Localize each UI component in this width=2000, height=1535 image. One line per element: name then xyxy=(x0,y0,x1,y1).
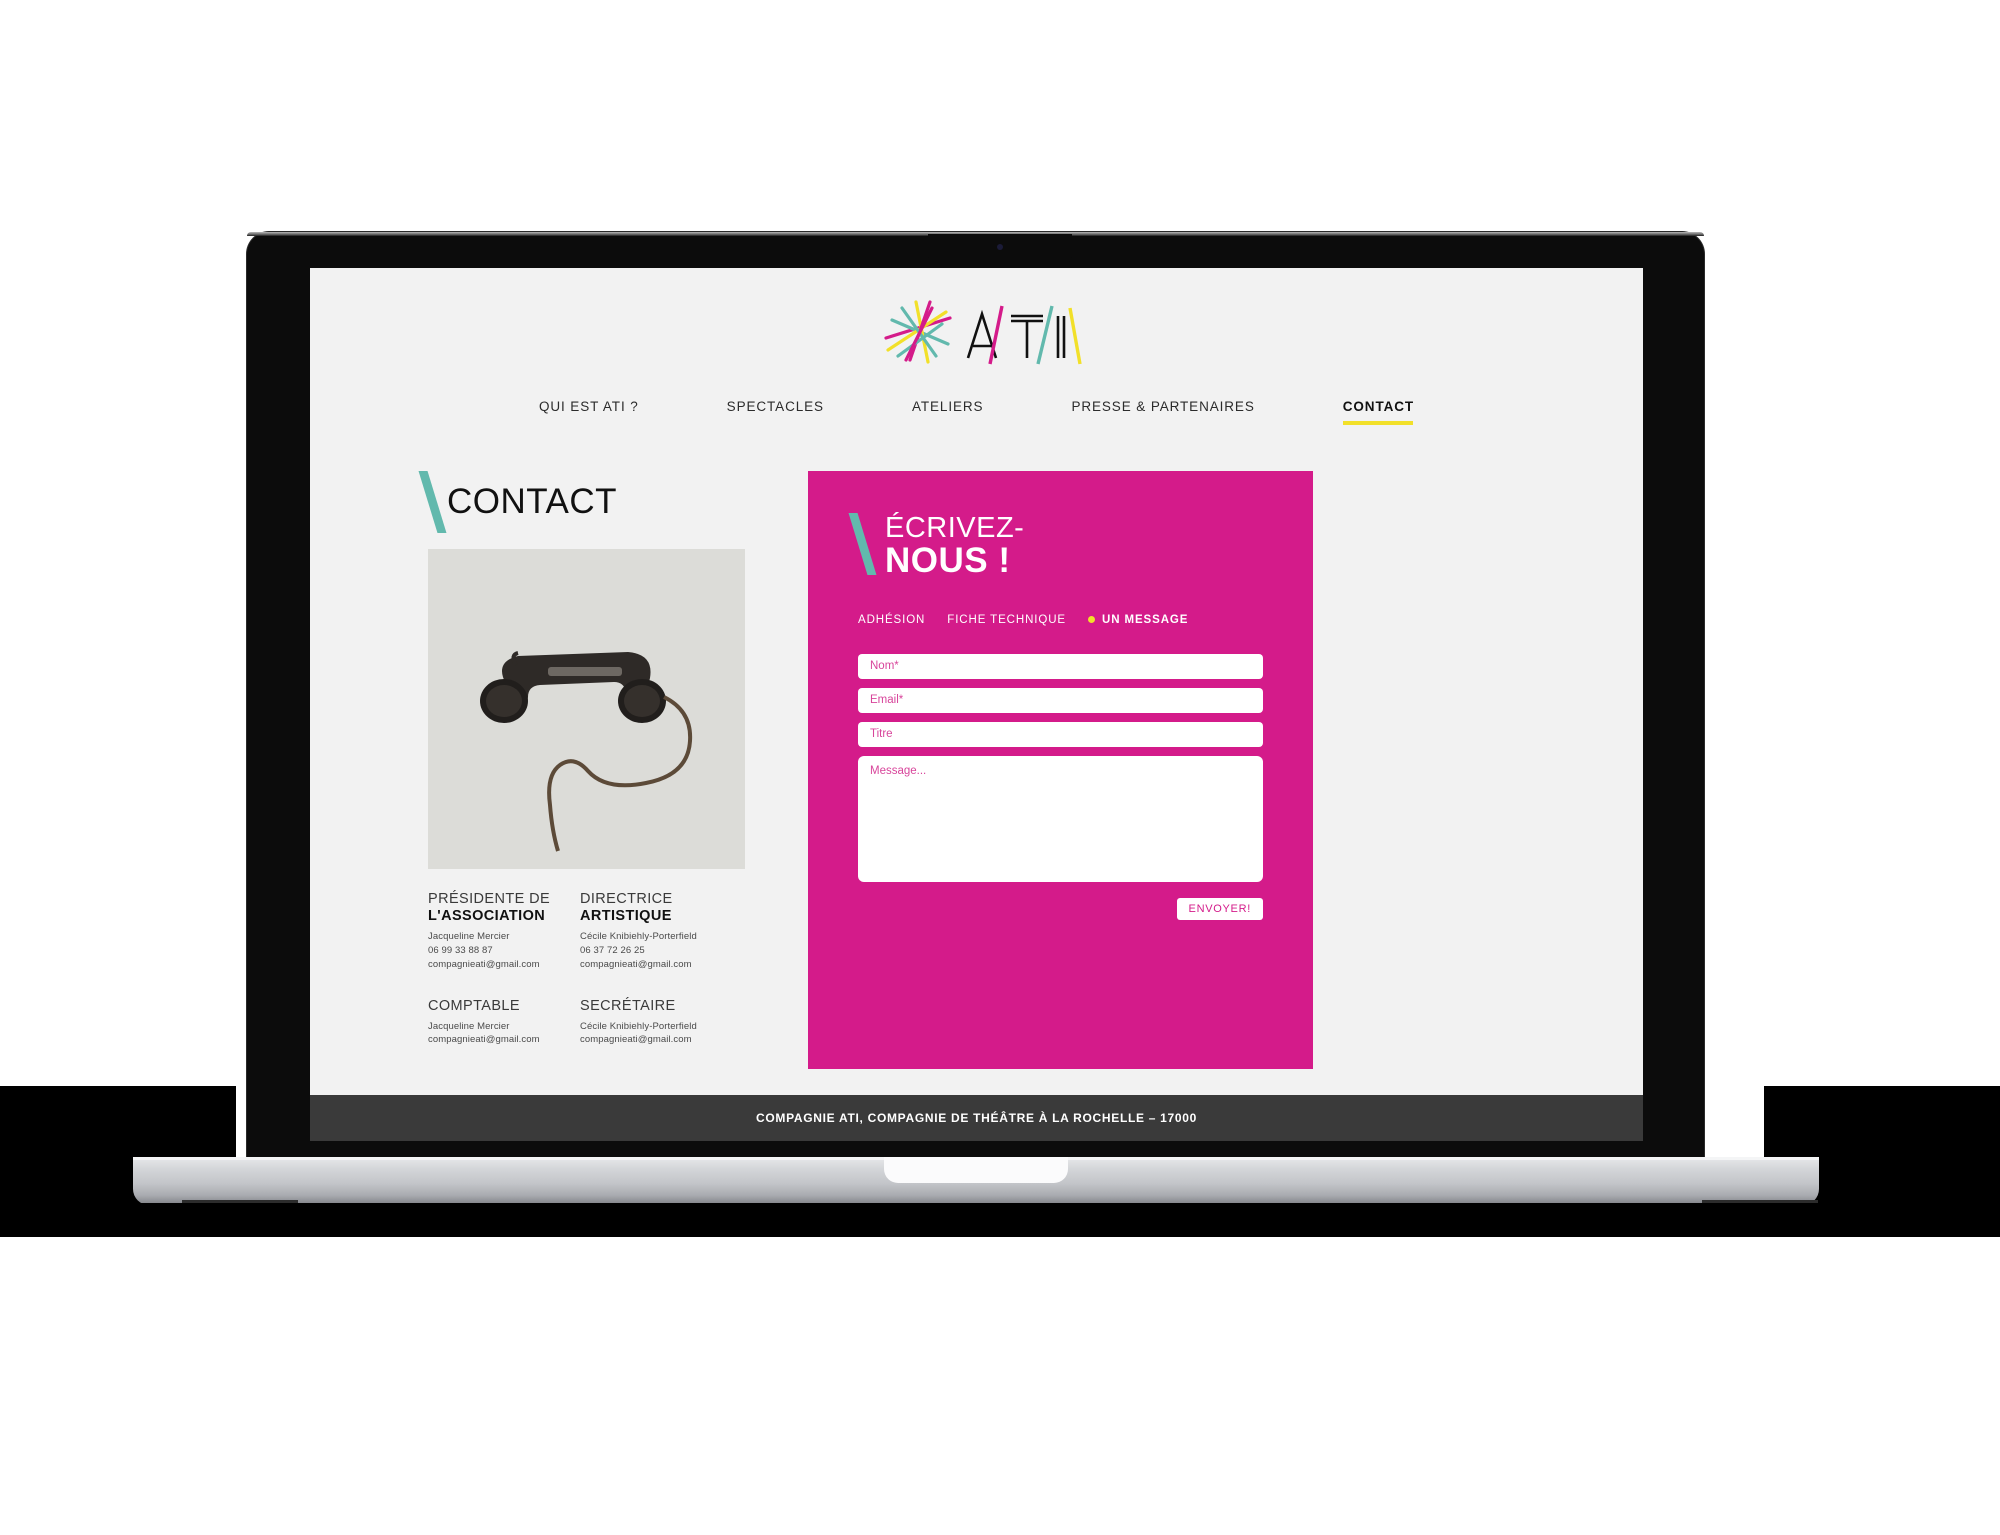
contact-details: Jacqueline Mercier compagnieati@gmail.co… xyxy=(428,1020,580,1048)
contact-form-panel: ÉCRIVEZ- NOUS ! ADHÉSION FICHE TECHNIQUE xyxy=(808,471,1313,1069)
contact-form-fields: ENVOYER! xyxy=(858,653,1263,920)
laptop-base xyxy=(133,1157,1819,1205)
form-tab-adhesion[interactable]: ADHÉSION xyxy=(858,614,925,626)
nav-item-presse-partenaires[interactable]: PRESSE & PARTENAIRES xyxy=(1027,399,1298,414)
contact-phone[interactable]: 06 99 33 88 87 xyxy=(428,944,580,958)
telephone-illustration xyxy=(428,549,745,869)
page-title: CONTACT xyxy=(418,471,736,533)
site-header xyxy=(310,268,1643,373)
nav-label: SPECTACLES xyxy=(726,399,824,414)
main-navigation: QUI EST ATI ? SPECTACLES ATELIERS PRESSE… xyxy=(310,399,1643,425)
contact-email[interactable]: compagnieati@gmail.com xyxy=(580,1033,732,1047)
nav-label: PRESSE & PARTENAIRES xyxy=(1071,399,1255,414)
footer-text: COMPAGNIE ATI, COMPAGNIE DE THÉÂTRE À LA… xyxy=(755,1111,1198,1125)
contact-role-line1: SECRÉTAIRE xyxy=(580,997,676,1014)
form-title-text: ÉCRIVEZ- NOUS ! xyxy=(885,513,1024,580)
form-tab-label: UN MESSAGE xyxy=(1102,613,1189,626)
contact-role-line1: COMPTABLE xyxy=(428,997,520,1014)
send-button[interactable]: ENVOYER! xyxy=(1176,897,1263,920)
contact-name: Jacqueline Mercier xyxy=(428,931,510,943)
slash-icon xyxy=(848,513,877,575)
page-title-text: CONTACT xyxy=(447,482,618,521)
main-content: CONTACT PRÉSIDENTE DE L'ASSOCIATION Jacq… xyxy=(310,471,1643,1073)
nav-item-ateliers[interactable]: ATELIERS xyxy=(868,399,1027,414)
slash-icon xyxy=(418,471,447,533)
form-tab-un-message[interactable]: UN MESSAGE xyxy=(1088,614,1188,626)
contact-email[interactable]: compagnieati@gmail.com xyxy=(428,958,580,972)
website-page: QUI EST ATI ? SPECTACLES ATELIERS PRESSE… xyxy=(310,268,1643,1141)
contact-role: DIRECTRICE ARTISTIQUE xyxy=(580,891,732,925)
active-tab-dot-icon xyxy=(1088,616,1095,624)
laptop-screen: QUI EST ATI ? SPECTACLES ATELIERS PRESSE… xyxy=(310,268,1643,1141)
nav-label: ATELIERS xyxy=(911,399,984,414)
name-input[interactable] xyxy=(858,653,1263,679)
laptop-mockup: QUI EST ATI ? SPECTACLES ATELIERS PRESSE… xyxy=(0,0,2000,1535)
nav-item-contact[interactable]: CONTACT xyxy=(1299,399,1458,425)
nav-item-spectacles[interactable]: SPECTACLES xyxy=(683,399,868,414)
ati-logo-icon xyxy=(883,300,1082,365)
form-title-line2: NOUS ! xyxy=(885,541,1011,581)
form-tab-label: FICHE TECHNIQUE xyxy=(947,613,1066,626)
camera-icon xyxy=(997,244,1003,250)
contact-role-line1: DIRECTRICE xyxy=(580,891,673,907)
contact-block-secretaire: SECRÉTAIRE Cécile Knibiehly-Porterfield … xyxy=(580,998,732,1048)
active-nav-underline xyxy=(1343,421,1414,425)
base-trackpad-notch xyxy=(884,1157,1068,1183)
contact-role: COMPTABLE xyxy=(428,998,580,1015)
contact-role-line2: L'ASSOCIATION xyxy=(428,908,546,925)
message-textarea[interactable] xyxy=(858,755,1263,882)
contact-role-line2: ARTISTIQUE xyxy=(580,908,672,925)
contact-name: Jacqueline Mercier xyxy=(428,1020,510,1032)
contact-phone[interactable]: 06 37 72 26 25 xyxy=(580,944,732,958)
form-tab-label: ADHÉSION xyxy=(858,613,926,626)
form-title: ÉCRIVEZ- NOUS ! xyxy=(848,513,1263,580)
form-actions: ENVOYER! xyxy=(858,897,1263,920)
contact-info-column: CONTACT PRÉSIDENTE DE L'ASSOCIATION Jacq… xyxy=(406,471,745,1073)
form-tabs: ADHÉSION FICHE TECHNIQUE UN MESSAGE xyxy=(858,614,1263,626)
nav-label: CONTACT xyxy=(1342,399,1415,414)
contact-block-directrice: DIRECTRICE ARTISTIQUE Cécile Knibiehly-P… xyxy=(580,891,732,972)
contact-block-presidente: PRÉSIDENTE DE L'ASSOCIATION Jacqueline M… xyxy=(428,891,580,972)
contact-details: Cécile Knibiehly-Porterfield 06 37 72 26… xyxy=(580,930,732,971)
form-tab-fiche-technique[interactable]: FICHE TECHNIQUE xyxy=(947,614,1066,626)
contact-block-comptable: COMPTABLE Jacqueline Mercier compagnieat… xyxy=(428,998,580,1048)
contact-email[interactable]: compagnieati@gmail.com xyxy=(428,1033,580,1047)
nav-item-qui-est-ati[interactable]: QUI EST ATI ? xyxy=(495,399,683,414)
backdrop-bottom xyxy=(0,1203,2000,1237)
contact-role-line1: PRÉSIDENTE DE xyxy=(428,891,551,907)
telephone-photo xyxy=(428,549,745,869)
contact-blocks: PRÉSIDENTE DE L'ASSOCIATION Jacqueline M… xyxy=(428,891,736,1073)
form-title-line1: ÉCRIVEZ- xyxy=(885,512,1025,544)
contact-details: Cécile Knibiehly-Porterfield compagnieat… xyxy=(580,1020,732,1048)
site-footer: COMPAGNIE ATI, COMPAGNIE DE THÉÂTRE À LA… xyxy=(310,1095,1643,1141)
subject-input[interactable] xyxy=(858,721,1263,747)
contact-email[interactable]: compagnieati@gmail.com xyxy=(580,958,732,972)
nav-label: QUI EST ATI ? xyxy=(538,399,639,414)
contact-role: PRÉSIDENTE DE L'ASSOCIATION xyxy=(428,891,580,925)
screen-notch xyxy=(928,234,1072,264)
contact-details: Jacqueline Mercier 06 99 33 88 87 compag… xyxy=(428,930,580,971)
ati-logo[interactable] xyxy=(872,294,1082,368)
contact-name: Cécile Knibiehly-Porterfield xyxy=(580,1020,697,1032)
contact-role: SECRÉTAIRE xyxy=(580,998,732,1015)
contact-name: Cécile Knibiehly-Porterfield xyxy=(580,931,697,943)
email-input[interactable] xyxy=(858,687,1263,713)
